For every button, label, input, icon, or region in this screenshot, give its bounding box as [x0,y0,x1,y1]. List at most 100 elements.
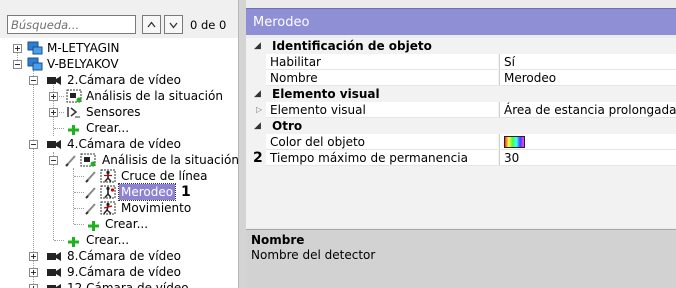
tree-item-label: Merodeo [117,183,177,201]
property-row-enable[interactable]: Habilitar Sí [246,54,676,70]
tree-item-loitering[interactable]: Merodeo 1 [0,183,238,201]
category-identification[interactable]: ◢ Identificación de objeto [246,38,676,54]
description-title: Nombre [251,233,305,247]
callout-marker-1: 1 [181,184,191,200]
tree-item-label: Crear... [86,233,130,247]
tree-item-create[interactable]: Crear... [0,120,238,136]
color-swatch-icon[interactable] [504,136,525,148]
description-panel: Nombre Nombre del detector [246,229,676,288]
property-row-name[interactable]: Nombre Merodeo [246,70,676,86]
collapse-triangle-icon[interactable]: ◢ [254,118,261,134]
tree-item-label: 8.Cámara de vídeo [67,249,181,263]
tree-item-analysis-cam4[interactable]: Análisis de la situación [0,152,238,168]
property-row-color[interactable]: Color del objeto [246,134,676,150]
property-row-visual-element[interactable]: ▷ Elemento visual Área de estancia prolo… [246,102,676,118]
property-row-max-time[interactable]: Tiempo máximo de permanencia 30 [246,150,676,166]
property-value-color[interactable] [499,134,676,150]
analysis-icon [66,89,82,103]
category-other[interactable]: ◢ Otro [246,118,676,134]
search-prev-button[interactable] [142,15,161,34]
property-value-name[interactable]: Merodeo [499,70,676,86]
pencil-icon [85,171,96,183]
expand-icon[interactable] [13,44,22,53]
property-value-max-time[interactable]: 30 [499,150,676,166]
tree-item-line-crossing[interactable]: Cruce de línea [0,168,238,184]
collapse-icon[interactable] [13,60,22,69]
pane-splitter[interactable] [238,0,246,288]
object-title: Merodeo [253,15,310,30]
chevron-down-icon [169,22,178,29]
property-value-enable[interactable]: Sí [499,54,676,70]
sensors-icon [67,107,80,118]
tree-item-label: V-BELYAKOV [47,57,119,71]
tree-item-m-letyagin[interactable]: M-LETYAGIN [0,40,238,56]
camera-icon [47,76,61,85]
tree-item-label: Análisis de la situación [102,153,238,167]
server-icon [27,41,43,55]
add-icon [88,221,99,231]
tree-item-camera-12[interactable]: 12.Cámara de vídeo [0,280,238,288]
tree-item-v-belyakov[interactable]: V-BELYAKOV [0,56,238,72]
tree-item-label: Análisis de la situación [86,89,223,103]
search-toolbar: 0 de 0 [0,0,238,38]
detector-icon [100,201,116,215]
callout-marker-2: 2 [253,150,263,166]
camera-icon [47,252,61,261]
collapse-triangle-icon[interactable]: ◢ [254,86,261,102]
server-icon [27,57,43,71]
property-name: Elemento visual [266,102,498,118]
property-value-visual-element[interactable]: Área de estancia prolongada [499,102,676,118]
properties-pane: Merodeo ◢ Identificación de objeto Habil… [246,0,676,288]
expand-triangle-icon[interactable]: ▷ [256,102,262,118]
object-header: Merodeo [246,8,676,35]
camera-icon [47,284,61,288]
tree-item-label: 12.Cámara de vídeo [67,281,189,288]
expand-icon[interactable] [29,284,38,288]
tree-item-label: Crear... [105,217,149,231]
tree-item-create[interactable]: Crear... [0,216,238,232]
pencil-icon [85,187,96,199]
tree-item-label: Cruce de línea [121,169,208,183]
collapse-icon[interactable] [29,140,38,149]
tree-item-label: 4.Cámara de vídeo [67,137,181,151]
tree-item-label: M-LETYAGIN [47,41,120,55]
property-grid[interactable]: ◢ Identificación de objeto Habilitar Sí … [246,38,676,228]
collapse-icon[interactable] [49,156,58,165]
tree-item-label: Movimiento [121,201,192,215]
search-result-count: 0 de 0 [190,18,227,32]
tree-item-camera-4[interactable]: 4.Cámara de vídeo [0,136,238,152]
tree-item-camera-2[interactable]: 2.Cámara de vídeo [0,72,238,88]
tree-item-analysis-cam2[interactable]: Análisis de la situación [0,88,238,104]
chevron-up-icon [147,21,156,28]
tree-item-camera-9[interactable]: 9.Cámara de vídeo [0,264,238,280]
property-name: Tiempo máximo de permanencia [266,150,498,166]
detector-icon [100,169,116,183]
expand-icon[interactable] [49,108,58,117]
object-tree[interactable]: M-LETYAGIN V-BELYAKOV 2.Cámara de vídeo … [0,40,238,288]
object-tree-pane: 0 de 0 M-LETYAGIN V-BELYAKOV [0,0,238,288]
search-input[interactable] [7,15,136,34]
camera-icon [47,268,61,277]
analysis-icon [80,153,96,167]
camera-icon [47,140,61,149]
category-label: Otro [272,119,303,133]
tree-item-sensors[interactable]: Sensores [0,104,238,120]
tree-item-label: Sensores [86,105,141,119]
pencil-icon [65,155,76,167]
add-icon [68,237,79,247]
expand-icon[interactable] [29,268,38,277]
tree-item-motion[interactable]: Movimiento [0,200,238,216]
search-next-button[interactable] [164,15,183,34]
expand-icon[interactable] [49,92,58,101]
tree-item-camera-8[interactable]: 8.Cámara de vídeo [0,248,238,264]
property-name: Nombre [266,70,498,86]
pencil-icon [85,203,96,215]
category-visual[interactable]: ◢ Elemento visual [246,86,676,102]
expand-icon[interactable] [29,252,38,261]
detector-icon [100,185,116,199]
category-label: Identificación de objeto [272,39,432,53]
tree-item-create[interactable]: Crear... [0,232,238,248]
collapse-triangle-icon[interactable]: ◢ [254,38,261,54]
collapse-icon[interactable] [29,76,38,85]
tree-item-label: Crear... [86,121,130,135]
